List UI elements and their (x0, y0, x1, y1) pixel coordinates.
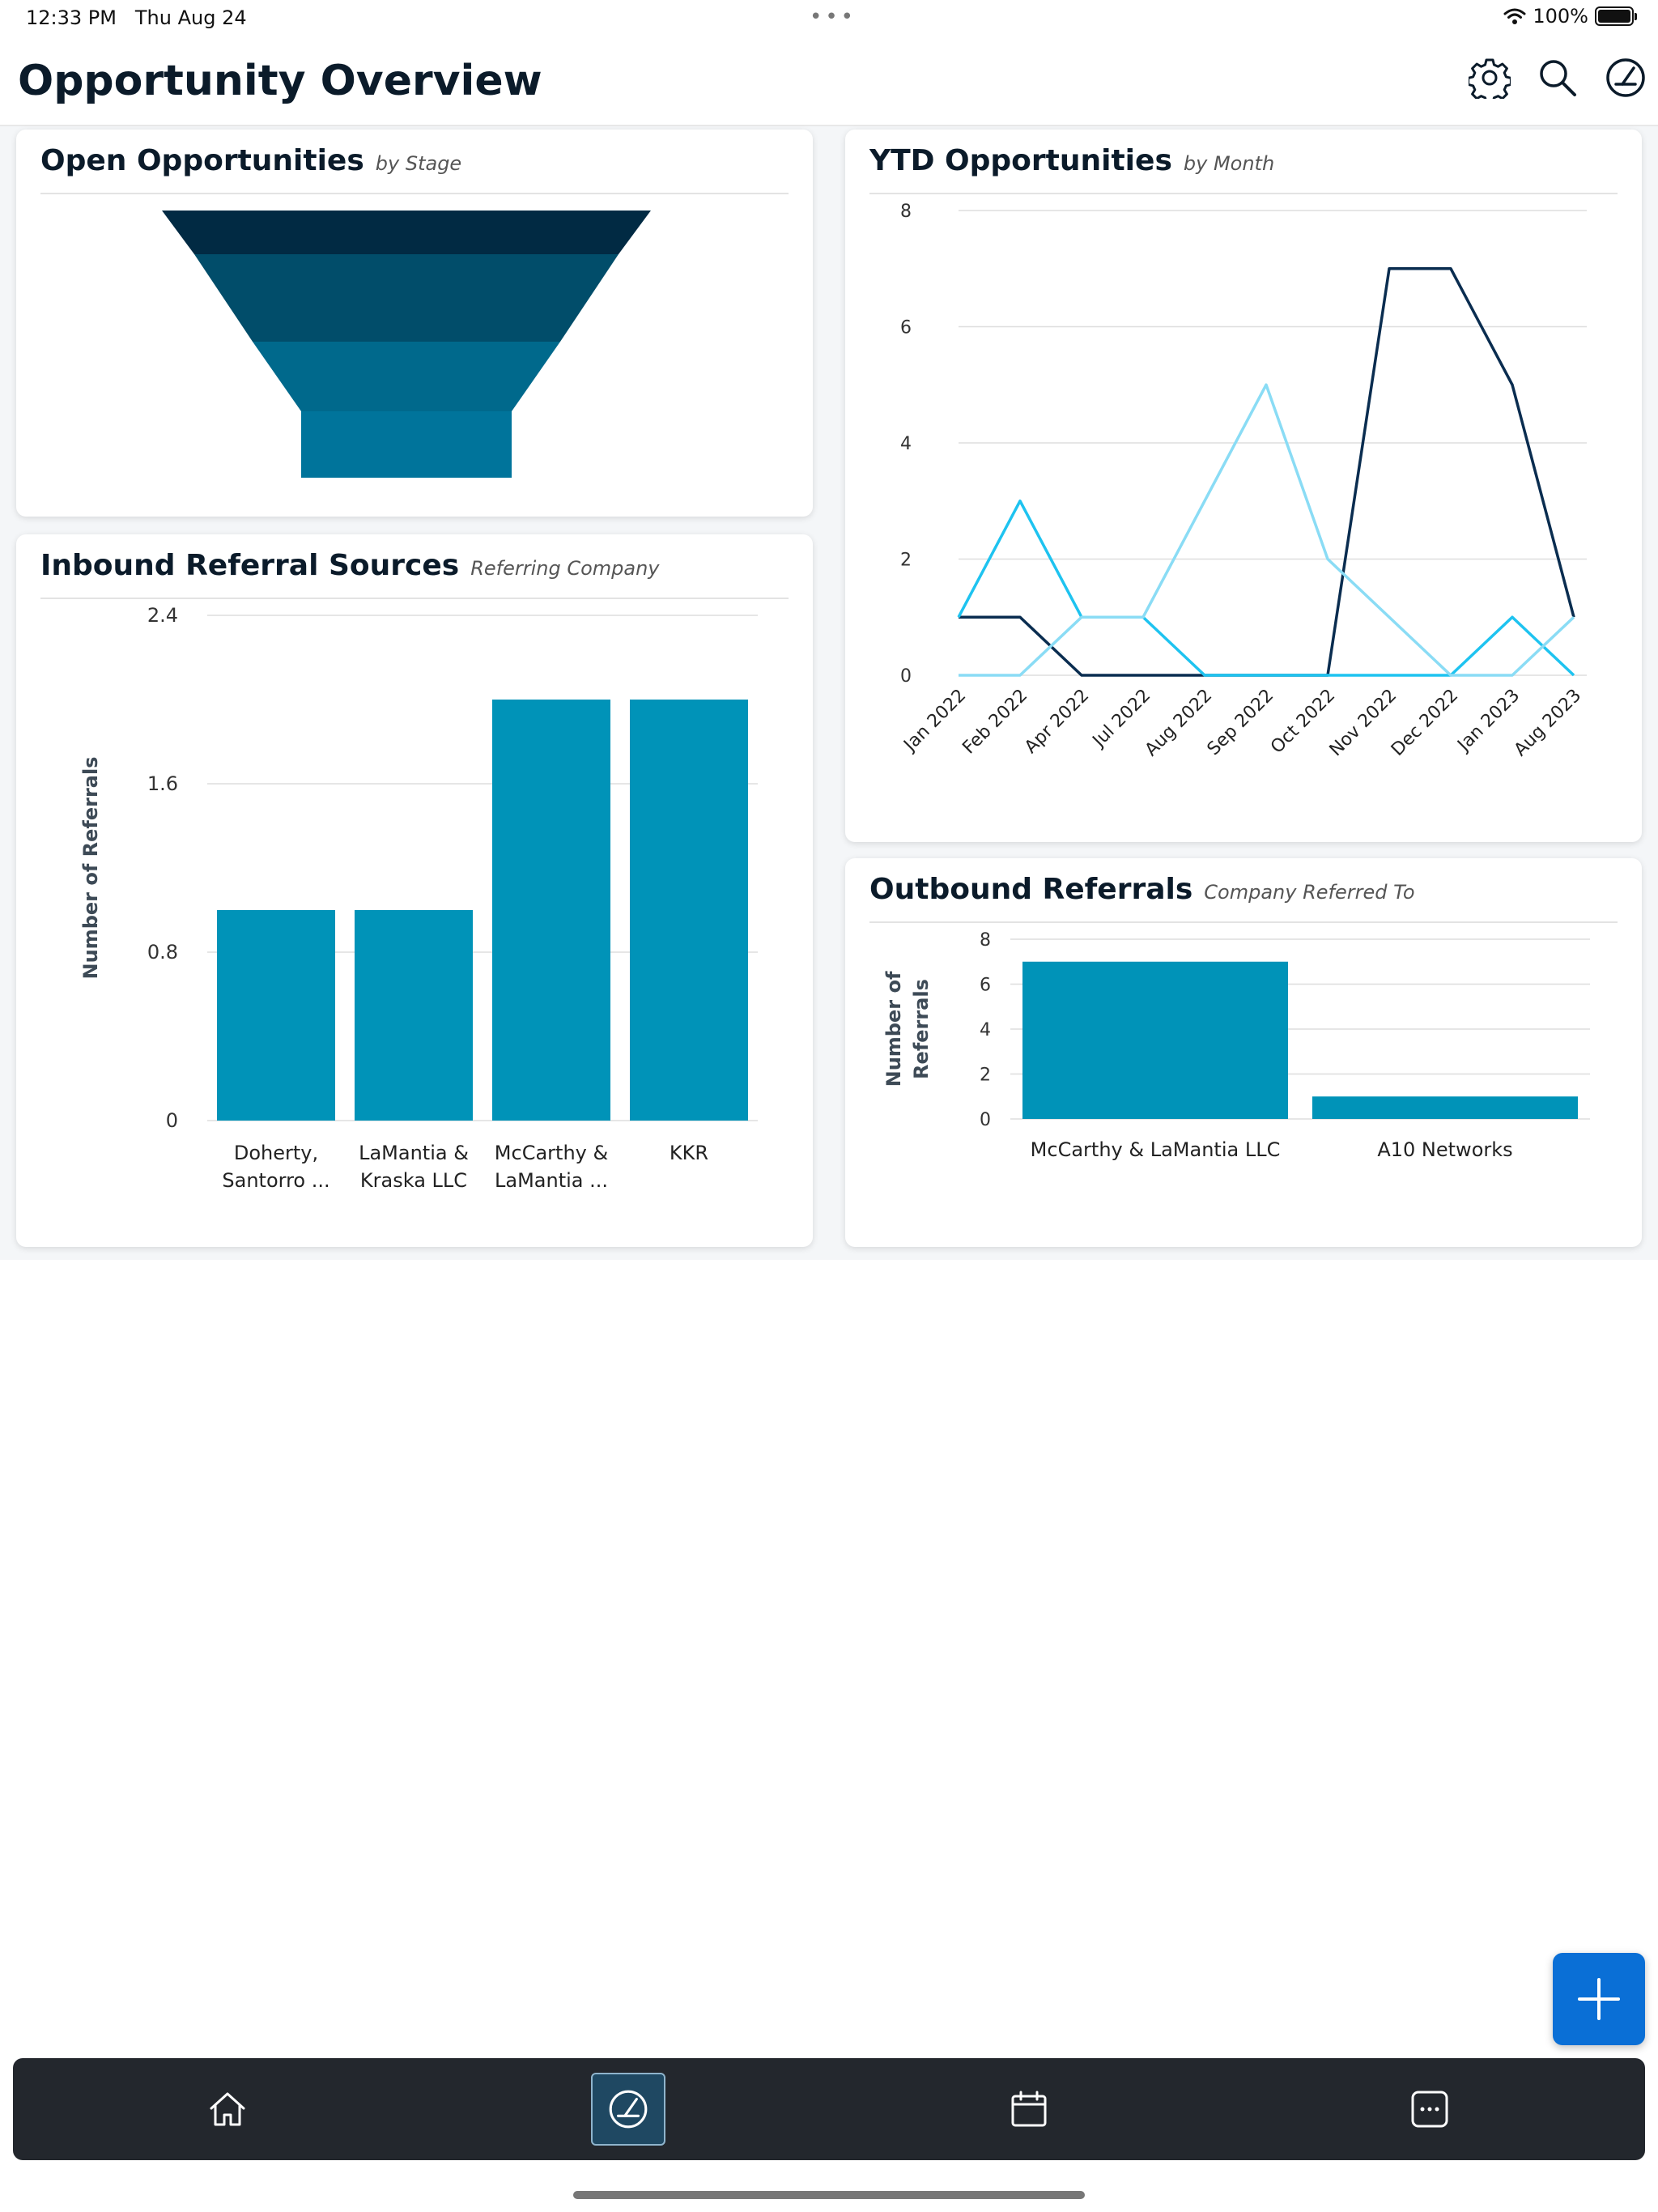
page-header: Opportunity Overview (0, 39, 1658, 126)
dashboard-icon (609, 2090, 648, 2129)
search-icon (1540, 60, 1576, 96)
wifi-icon (1503, 8, 1526, 24)
settings-button[interactable] (1467, 55, 1512, 100)
funnel-chart (162, 211, 651, 478)
y-tick-label: 1.6 (147, 772, 178, 795)
x-tick-label: Apr 2022 (1021, 686, 1093, 758)
x-tick-label: A10 Networks (1377, 1138, 1512, 1161)
x-tick-label: Feb 2022 (959, 686, 1031, 759)
add-button[interactable] (1553, 1953, 1645, 2045)
y-axis-label: Referrals (910, 979, 933, 1079)
y-tick-label: 4 (900, 434, 912, 454)
bottom-tab-bar (13, 2058, 1645, 2160)
status-date: Thu Aug 24 (134, 6, 247, 29)
gear-icon (1469, 58, 1511, 99)
y-axis-label: Number of Referrals (79, 757, 102, 980)
x-tick-label: LaMantia ... (495, 1169, 608, 1192)
inbound-bar-chart: 0 0.8 1.6 2.4 Doherty, Santorro ... LaMantia &… (79, 604, 758, 1192)
search-button[interactable] (1535, 55, 1580, 100)
x-tick-label: Aug 2022 (1141, 686, 1217, 761)
funnel-stage-2 (194, 254, 619, 342)
x-tick-label: Doherty, (234, 1142, 318, 1164)
y-tick-label: 6 (900, 318, 912, 338)
dashboard-button[interactable] (1603, 55, 1648, 100)
y-tick-label: 4 (980, 1020, 991, 1040)
home-icon (210, 2092, 245, 2126)
inbound-referrals-card[interactable]: Inbound Referral Sources Referring Compa… (16, 534, 813, 1247)
y-tick-label: 8 (900, 202, 912, 222)
y-tick-label: 0.8 (147, 941, 178, 963)
plus-icon (1578, 1978, 1620, 2020)
x-tick-label: Nov 2022 (1326, 686, 1401, 761)
bar (492, 700, 610, 1121)
y-tick-label: 2.4 (147, 604, 178, 627)
x-tick-label: KKR (670, 1142, 708, 1164)
ytd-line-chart: 02468Jan 2022Feb 2022Apr 2022Jul 2022Aug… (899, 202, 1587, 761)
ytd-opportunities-card[interactable]: YTD Opportunities by Month 0 2 4 6 8 Jan 2022… (845, 130, 1642, 842)
status-time: 12:33 PM Thu Aug 24 (26, 6, 247, 29)
x-tick-label: Dec 2022 (1388, 686, 1462, 760)
page-title: Opportunity Overview (18, 57, 542, 105)
x-tick-label: Aug 2023 (1511, 686, 1586, 761)
y-axis-label: Number of (882, 971, 905, 1087)
funnel-stage-1 (162, 211, 651, 254)
tab-dashboard[interactable] (591, 2073, 665, 2146)
y-tick-label: 8 (980, 930, 991, 951)
y-tick-label: 2 (980, 1066, 991, 1086)
status-clock: 12:33 PM (26, 6, 117, 29)
tab-calendar[interactable] (992, 2073, 1066, 2146)
tab-more[interactable] (1392, 2073, 1467, 2146)
outbound-referrals-card[interactable]: Outbound Referrals Company Referred To 0… (845, 858, 1642, 1247)
y-tick-label: 0 (166, 1109, 178, 1132)
series-line-2 (957, 500, 1575, 677)
x-tick-label: McCarthy & (495, 1142, 608, 1164)
dashboard-icon (1606, 58, 1645, 97)
x-tick-label: Jan 2022 (899, 686, 971, 757)
bar (355, 910, 473, 1121)
tab-home[interactable] (190, 2073, 265, 2146)
x-tick-label: LaMantia & (359, 1142, 469, 1164)
bar (1312, 1096, 1578, 1119)
battery-percent: 100% (1533, 5, 1588, 28)
more-icon (1411, 2091, 1448, 2128)
x-tick-label: Santorro ... (222, 1169, 329, 1192)
multitasking-dots-icon[interactable]: ••• (810, 5, 857, 29)
status-bar: 12:33 PM Thu Aug 24 ••• 100% (0, 0, 1658, 39)
home-indicator[interactable] (573, 2191, 1085, 2199)
y-tick-label: 0 (980, 1110, 991, 1130)
x-tick-label: Kraska LLC (360, 1169, 467, 1192)
funnel-stage-3 (253, 342, 560, 411)
funnel-stage-4 (301, 411, 512, 478)
bar (630, 700, 748, 1121)
y-tick-label: 6 (980, 976, 991, 996)
y-tick-label: 0 (900, 666, 912, 687)
bar (1022, 961, 1288, 1119)
open-opportunities-card[interactable]: Open Opportunities by Stage (16, 130, 813, 517)
calendar-icon (1011, 2091, 1047, 2127)
series-line-3 (959, 383, 1575, 677)
header-actions (1467, 55, 1648, 100)
status-indicators: 100% (1503, 5, 1637, 28)
bar (217, 910, 335, 1121)
series-line-1 (959, 267, 1575, 677)
x-tick-label: McCarthy & LaMantia LLC (1031, 1138, 1281, 1161)
y-tick-label: 2 (900, 551, 912, 571)
battery-icon (1595, 6, 1637, 26)
x-tick-label: Sep 2022 (1204, 686, 1278, 760)
outbound-bar-chart: 0 2 4 6 8 McCarthy & LaMantia LLC A10 Networks… (882, 930, 1590, 1161)
